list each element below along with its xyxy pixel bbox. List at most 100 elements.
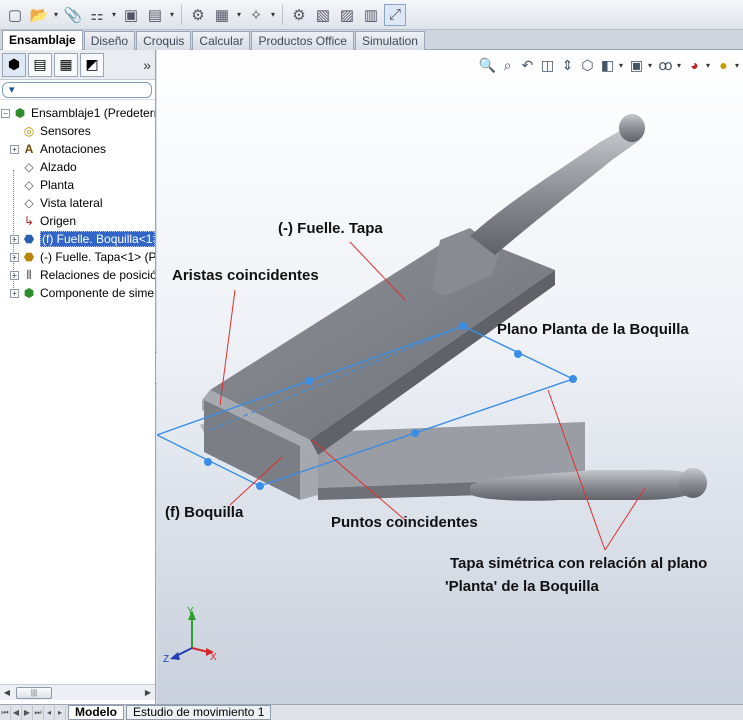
open-dropdown[interactable]: ▾ xyxy=(52,4,60,26)
expand-icon[interactable]: + xyxy=(10,144,19,154)
plane-handle-point[interactable] xyxy=(514,350,522,358)
new-icon[interactable]: ▢ xyxy=(4,4,26,26)
properties-icon[interactable]: 📎 xyxy=(62,4,84,26)
insert-components-icon[interactable]: ⚏ xyxy=(86,4,108,26)
tree-item-label: Origen xyxy=(40,214,77,228)
expand-icon[interactable]: + xyxy=(10,288,19,298)
tab-scroll-icon[interactable]: ◂ xyxy=(44,705,55,720)
tab-croquis[interactable]: Croquis xyxy=(136,31,192,50)
dynamic-annotation-icon[interactable]: ⇕ xyxy=(559,56,576,74)
feature-manager-tab-icon[interactable]: ⬢ xyxy=(2,52,26,77)
tab-calcular[interactable]: Calcular xyxy=(192,31,251,50)
view-settings-icon[interactable]: ● xyxy=(715,56,732,74)
tab-simulation[interactable]: Simulation xyxy=(354,31,425,50)
tree-item-vista-lateral[interactable]: ◇ Vista lateral xyxy=(0,194,155,212)
expand-icon[interactable]: + xyxy=(10,252,19,262)
view-orientation-icon[interactable]: ⬡ xyxy=(579,56,596,74)
tree-item-planta[interactable]: ◇ Planta xyxy=(0,176,155,194)
scene-dropdown-icon[interactable]: ▾ xyxy=(706,61,712,70)
expand-icon[interactable]: + xyxy=(10,234,19,244)
tree-item-fuelle-tapa[interactable]: + ⬣ (-) Fuelle. Tapa<1> (P xyxy=(0,248,155,266)
bottom-tab-bar: ⏮ ◀ ▶ ⏭ ◂ ▸ Modelo Estudio de movimiento… xyxy=(0,704,743,720)
part-icon: ⬣ xyxy=(23,232,35,246)
new-motion-study-icon[interactable]: ▨ xyxy=(336,4,358,26)
tree-guide-line xyxy=(13,170,14,288)
move-component-icon[interactable]: ▦ xyxy=(211,4,233,26)
plane-icon: ◇ xyxy=(24,196,34,210)
tab-scroll-icon[interactable]: ▸ xyxy=(55,705,66,720)
tab-estudio-movimiento[interactable]: Estudio de movimiento 1 xyxy=(126,705,272,720)
tab-productos-office[interactable]: Productos Office xyxy=(251,31,354,50)
exploded-view-icon[interactable]: ⤢ xyxy=(384,3,406,26)
mate-icon[interactable]: ▣ xyxy=(120,4,142,26)
assembly-features-icon[interactable]: ⚙ xyxy=(288,4,310,26)
feature-manager-panel: ⬢ ▤ ▦ ◩ » ▾ − ⬢ Ensamblaje1 (Predeterm ◎… xyxy=(0,50,156,704)
display-style-dropdown-icon[interactable]: ▾ xyxy=(619,61,625,70)
tree-item-sensores[interactable]: ◎ Sensores xyxy=(0,122,155,140)
tab-ensamblaje[interactable]: Ensamblaje xyxy=(2,30,83,50)
view-settings-dropdown-icon[interactable]: ▾ xyxy=(735,61,741,70)
tab-diseno[interactable]: Diseño xyxy=(83,31,136,50)
tree-item-label: Planta xyxy=(40,178,75,192)
edit-appearance-icon[interactable]: ꝏ xyxy=(657,56,674,74)
tree-item-fuelle-boquilla[interactable]: + ⬣ (f) Fuelle. Boquilla<1> xyxy=(0,230,155,248)
zoom-to-area-icon[interactable]: ⌕ xyxy=(499,56,516,74)
tree-item-label: Ensamblaje1 (Predeterm xyxy=(31,106,155,120)
tree-item-alzado[interactable]: ◇ Alzado xyxy=(0,158,155,176)
plane-handle-point[interactable] xyxy=(411,429,419,437)
triad-z-label: Z xyxy=(163,654,169,665)
configuration-manager-tab-icon[interactable]: ▦ xyxy=(54,52,78,77)
hide-show-items-icon[interactable]: ▣ xyxy=(628,56,645,74)
tree-item-ensamblaje1[interactable]: − ⬢ Ensamblaje1 (Predeterm xyxy=(0,104,155,122)
hide-show-dropdown-icon[interactable]: ▾ xyxy=(648,61,654,70)
more-tabs-button[interactable]: » xyxy=(143,57,151,73)
bill-of-materials-icon[interactable]: ▥ xyxy=(360,4,382,26)
tree-item-anotaciones[interactable]: + A Anotaciones xyxy=(0,140,155,158)
section-view-icon[interactable]: ◫ xyxy=(539,56,556,74)
reference-geometry-icon[interactable]: ▧ xyxy=(312,4,334,26)
tab-modelo[interactable]: Modelo xyxy=(68,705,124,720)
scroll-right-icon[interactable]: ▶ xyxy=(141,686,155,700)
filter-input[interactable]: ▾ xyxy=(2,82,152,98)
manager-tabs: ⬢ ▤ ▦ ◩ » xyxy=(0,50,155,80)
model-scene: Y X Z xyxy=(157,114,707,665)
tree-item-label: Vista lateral xyxy=(40,196,103,210)
open-icon[interactable]: 📂 xyxy=(28,4,50,26)
linear-pattern-icon[interactable]: ▤ xyxy=(144,4,166,26)
apply-scene-icon[interactable]: ◕ xyxy=(686,56,703,74)
display-style-icon[interactable]: ◧ xyxy=(599,56,616,74)
scroll-left-icon[interactable]: ◀ xyxy=(0,686,14,700)
tree-item-origen[interactable]: ↳ Origen xyxy=(0,212,155,230)
previous-view-icon[interactable]: ↶ xyxy=(519,56,536,74)
plane-handle-point[interactable] xyxy=(459,322,467,330)
sensor-icon: ◎ xyxy=(23,124,35,138)
plane-handle-point[interactable] xyxy=(305,377,313,385)
plane-handle-point[interactable] xyxy=(204,458,212,466)
tree-item-componente-simetria[interactable]: + ⬢ Componente de sime xyxy=(0,284,155,302)
next-tab-icon[interactable]: ▶ xyxy=(22,705,33,720)
appearance-dropdown-icon[interactable]: ▾ xyxy=(677,61,683,70)
move-dropdown[interactable]: ▾ xyxy=(235,4,243,26)
expand-icon[interactable]: + xyxy=(10,270,19,280)
first-tab-icon[interactable]: ⏮ xyxy=(0,705,11,720)
scroll-thumb[interactable]: ||| xyxy=(16,686,52,699)
tree-item-relaciones[interactable]: + ⫴ Relaciones de posició xyxy=(0,266,155,284)
show-dropdown[interactable]: ▾ xyxy=(269,4,277,26)
show-hidden-icon[interactable]: ✧ xyxy=(245,4,267,26)
zoom-to-fit-icon[interactable]: 🔍 xyxy=(479,56,496,74)
label-planta-boquilla: 'Planta' de la Boquilla xyxy=(445,578,599,595)
prev-tab-icon[interactable]: ◀ xyxy=(11,705,22,720)
display-manager-tab-icon[interactable]: ◩ xyxy=(80,52,104,77)
plane-handle-point[interactable] xyxy=(256,482,264,490)
graphics-area[interactable]: Y X Z 🔍 ⌕ ↶ ◫ ⇕ ⬡ ◧ ▾ ▣ ▾ ꝏ ▾ ◕ ▾ ● ▾ (-… xyxy=(157,50,743,704)
horizontal-scrollbar[interactable]: ◀ ||| ▶ xyxy=(0,684,155,700)
collapse-icon[interactable]: − xyxy=(1,108,10,118)
smart-fasteners-icon[interactable]: ⚙ xyxy=(187,4,209,26)
property-manager-tab-icon[interactable]: ▤ xyxy=(28,52,52,77)
last-tab-icon[interactable]: ⏭ xyxy=(33,705,44,720)
annotation-icon: A xyxy=(24,142,34,156)
tree-item-label: Anotaciones xyxy=(40,142,107,156)
insert-dropdown[interactable]: ▾ xyxy=(110,4,118,26)
plane-handle-point[interactable] xyxy=(569,375,577,383)
pattern-dropdown[interactable]: ▾ xyxy=(168,4,176,26)
